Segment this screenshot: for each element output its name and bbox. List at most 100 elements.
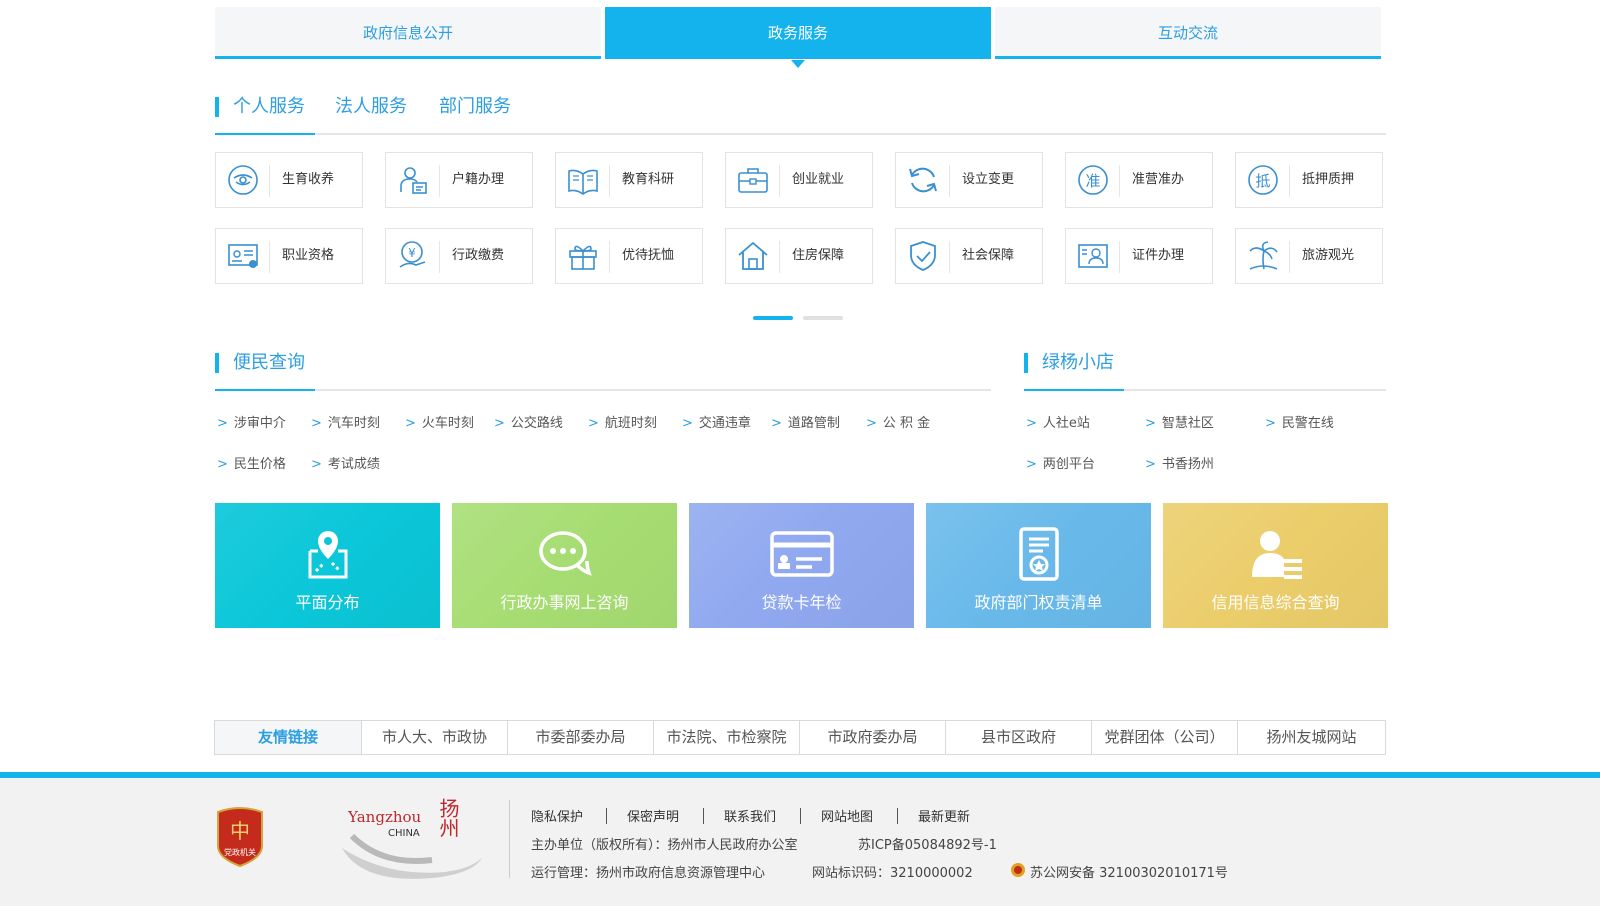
convenience-link[interactable]: > 涉审中介 [217,412,286,431]
convenience-header: 便民查询 [215,351,991,391]
subtab-personal[interactable]: 个人服务 [233,95,305,119]
service-label: 住房保障 [792,248,845,263]
convenience-link[interactable]: > 火车时刻 [405,412,474,431]
footer-link-confidentiality[interactable]: 保密声明 [627,806,679,825]
party-government-badge[interactable]: 中 党政机关 [214,806,266,868]
divider [1289,241,1290,273]
arrow-icon: > [771,416,782,431]
banner-floor-plan[interactable]: 平面分布 [215,503,440,628]
yangzhou-logo[interactable]: Yangzhou CHINA 扬州 [332,796,492,884]
footer-police-record[interactable]: 苏公网安备 32100302010171号 [1030,862,1228,881]
banner-online-consultation[interactable]: 行政办事网上咨询 [452,503,677,628]
friendly-link-select[interactable]: 扬州友城网站 [1237,721,1385,754]
subtab-department[interactable]: 部门服务 [439,95,511,119]
link-label: 火车时刻 [421,416,474,431]
footer-link-sitemap[interactable]: 网站地图 [821,806,873,825]
service-item[interactable]: 教育科研 [555,152,703,208]
link-label: 民生价格 [233,457,286,472]
link-label: 汽车时刻 [327,416,380,431]
friendly-link-select[interactable]: 市委部委办局 [507,721,653,754]
shop-title[interactable]: 绿杨小店 [1042,351,1114,375]
service-item[interactable]: 创业就业 [725,152,873,208]
badge-icon: 中 [217,807,263,868]
service-item[interactable]: 生育收养 [215,152,363,208]
convenience-link[interactable]: > 公交路线 [494,412,563,431]
footer-link-privacy[interactable]: 隐私保护 [531,806,583,825]
friendly-link-select[interactable]: 市人大、市政协 [361,721,507,754]
service-label: 设立变更 [962,172,1015,187]
shop-link[interactable]: > 书香扬州 [1145,453,1214,472]
service-label: 创业就业 [792,172,845,187]
carousel-dot[interactable] [803,316,843,320]
footer-link-updates[interactable]: 最新更新 [918,806,970,825]
book-icon [568,169,598,195]
link-label: 民警在线 [1281,416,1334,431]
shop-link[interactable]: > 智慧社区 [1145,412,1214,431]
user-list-icon [1251,531,1302,579]
tab-interaction[interactable]: 互动交流 [995,7,1381,59]
id-card-icon [1078,244,1108,268]
friendly-link-select[interactable]: 党群团体（公司） [1091,721,1237,754]
service-item[interactable]: ¥ 行政缴费 [385,228,533,284]
link-label: 道路管制 [787,416,840,431]
convenience-link[interactable]: > 公 积 金 [866,412,930,431]
banner-credit-query[interactable]: 信用信息综合查询 [1163,503,1388,628]
banner-loan-card-inspection[interactable]: 贷款卡年检 [689,503,914,628]
convenience-link[interactable]: > 航班时刻 [588,412,657,431]
banner-label: 平面分布 [295,593,360,612]
chat-bubble-icon [538,531,592,576]
service-item[interactable]: 证件办理 [1065,228,1213,284]
footer-nav-separator [800,808,801,824]
footer-nav-separator [703,808,704,824]
friendly-link-select[interactable]: 县市区政府 [945,721,1091,754]
service-label: 职业资格 [282,248,335,263]
friendly-links-bar: 友情链接 市人大、市政协 市委部委办局 市法院、市检察院 市政府委办局 县市区政… [214,720,1386,755]
link-label: 涉审中介 [233,416,286,431]
service-label: 准营准办 [1132,172,1185,187]
service-label: 行政缴费 [452,248,505,263]
shop-link[interactable]: > 民警在线 [1265,412,1334,431]
arrow-icon: > [311,457,322,472]
service-item[interactable]: 旅游观光 [1235,228,1383,284]
active-subtab-underline [215,133,315,135]
police-badge-icon [1011,863,1025,877]
friendly-link-select[interactable]: 市法院、市检察院 [653,721,799,754]
banner-label: 贷款卡年检 [761,593,842,612]
convenience-link[interactable]: > 民生价格 [217,453,286,472]
tab-government-info[interactable]: 政府信息公开 [215,7,601,59]
footer-link-contact[interactable]: 联系我们 [724,806,776,825]
carousel-dot-active[interactable] [753,316,793,320]
footer: 中 党政机关 Yangzhou CHINA 扬州 隐私保护 保密声明 联系我们 … [0,772,1600,906]
shop-link[interactable]: > 两创平台 [1026,453,1095,472]
arrow-icon: > [866,416,877,431]
convenience-title[interactable]: 便民查询 [233,351,305,375]
gift-icon [569,245,597,270]
convenience-link[interactable]: > 交通违章 [682,412,751,431]
footer-icp[interactable]: 苏ICP备05084892号-1 [858,834,997,853]
service-item[interactable]: 抵 抵押质押 [1235,152,1383,208]
convenience-link[interactable]: > 考试成绩 [311,453,380,472]
service-item[interactable]: 设立变更 [895,152,1043,208]
arrow-icon: > [1026,457,1037,472]
service-item[interactable]: 住房保障 [725,228,873,284]
logo-subtext: CHINA [388,828,420,839]
service-item[interactable]: 优待抚恤 [555,228,703,284]
service-item[interactable]: 社会保障 [895,228,1043,284]
service-item[interactable]: 户籍办理 [385,152,533,208]
service-item[interactable]: 准 准营准办 [1065,152,1213,208]
link-label: 交通违章 [698,416,751,431]
section-underline [1024,389,1124,391]
divider [1119,165,1120,197]
service-item[interactable]: 职业资格 [215,228,363,284]
shop-link[interactable]: > 人社e站 [1026,412,1090,431]
banner-power-list[interactable]: 政府部门权责清单 [926,503,1151,628]
convenience-link[interactable]: > 道路管制 [771,412,840,431]
map-pin-icon [308,531,347,579]
tab-government-services[interactable]: 政务服务 [605,7,991,68]
convenience-link[interactable]: > 汽车时刻 [311,412,380,431]
zhun-badge-icon: 准 [1078,165,1108,195]
divider [779,165,780,197]
subtab-legal-person[interactable]: 法人服务 [335,95,407,119]
friendly-link-select[interactable]: 市政府委办局 [799,721,945,754]
banner-label: 政府部门权责清单 [974,593,1103,612]
